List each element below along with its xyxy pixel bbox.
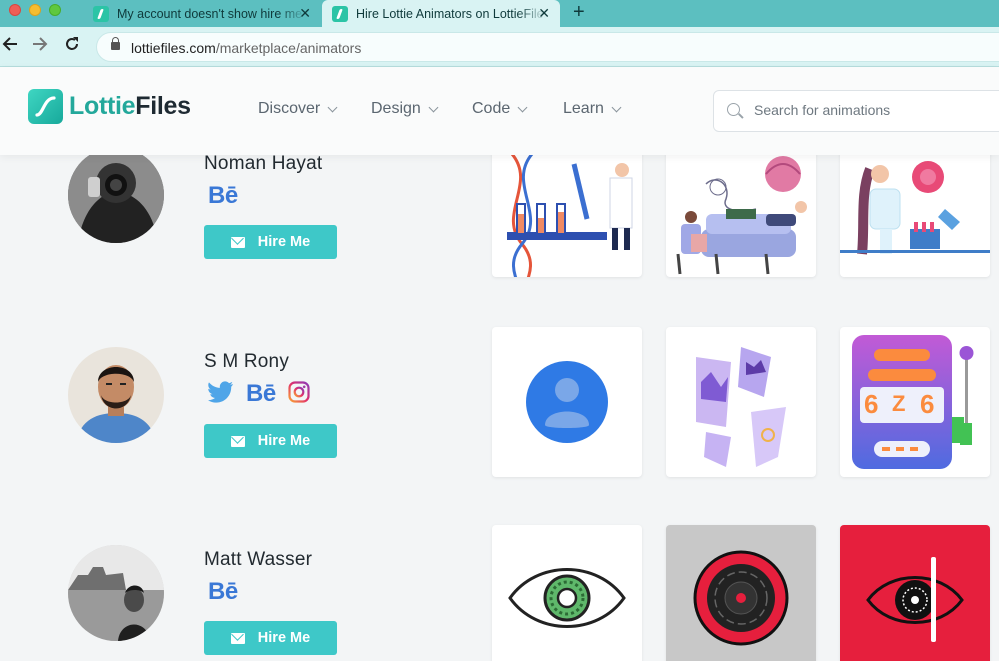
animation-thumbnail[interactable] [492,327,642,477]
animation-thumbnail[interactable] [666,525,816,661]
tab-title: Hire Lottie Animators on LottieFiles [356,6,546,21]
avatar[interactable] [68,347,164,443]
social-links: Bē [208,380,310,408]
hire-me-button[interactable]: Hire Me [204,424,337,458]
browser-tab-hire-animators[interactable]: Hire Lottie Animators on LottieFiles ✕ [322,0,560,27]
url-text: lottiefiles.com/marketplace/animators [131,40,362,56]
behance-icon[interactable]: Bē [246,380,276,408]
avatar[interactable] [68,155,164,243]
hire-me-button[interactable]: Hire Me [204,225,337,259]
site-header: LottieFiles Discover Design Code Learn [0,67,999,155]
animator-name[interactable]: Noman Hayat [204,155,322,175]
animation-thumbnail[interactable] [492,525,642,661]
instagram-icon[interactable] [288,380,310,408]
menu-design[interactable]: Design [371,100,439,118]
close-window-button[interactable] [9,4,21,16]
chevron-down-icon [517,102,528,112]
twitter-icon[interactable] [208,380,234,408]
back-arrow-icon[interactable] [2,36,18,56]
svg-text:Z: Z [892,391,905,416]
minimize-window-button[interactable] [29,4,41,16]
browser-tab-bar: My account doesn't show hire me button ✕… [0,0,999,27]
avatar[interactable] [68,545,164,641]
lottiefiles-logo[interactable]: LottieFiles [28,89,191,124]
logo-text: LottieFiles [69,92,191,120]
lock-icon [111,37,120,50]
chevron-down-icon [327,102,338,112]
hire-me-button[interactable]: Hire Me [204,621,337,655]
close-tab-icon[interactable]: ✕ [299,5,311,22]
search-icon [727,103,740,116]
animation-thumbnail[interactable] [492,155,642,277]
animation-thumbnail[interactable] [840,525,990,661]
animation-thumbnail[interactable] [840,155,990,277]
mail-icon [230,632,245,644]
search-box[interactable] [713,90,999,132]
browser-toolbar: lottiefiles.com/marketplace/animators [0,27,999,67]
search-input[interactable] [754,102,994,118]
animator-list: Noman Hayat Bē Hire Me S M Rony Bē Hire … [0,155,999,661]
reload-icon[interactable] [64,36,80,56]
animator-row: Noman Hayat Bē Hire Me [0,155,999,277]
chevron-down-icon [428,102,439,112]
mail-icon [230,236,245,248]
address-bar[interactable]: lottiefiles.com/marketplace/animators [96,32,999,62]
animator-row: Matt Wasser Bē Hire Me [0,525,999,661]
lottiefiles-favicon-icon [332,5,348,22]
menu-code[interactable]: Code [472,100,528,118]
lottiefiles-logo-icon [28,89,63,124]
chevron-down-icon [611,102,622,112]
behance-icon[interactable]: Bē [208,578,238,606]
menu-discover[interactable]: Discover [258,100,338,118]
animator-name[interactable]: Matt Wasser [204,549,312,571]
mail-icon [230,435,245,447]
menu-learn[interactable]: Learn [563,100,622,118]
new-tab-icon[interactable]: + [573,1,585,24]
animator-row: S M Rony Bē Hire Me 6 Z 6 [0,327,999,487]
animator-name[interactable]: S M Rony [204,351,289,373]
tab-title: My account doesn't show hire me button [117,6,307,21]
animation-thumbnail[interactable] [666,155,816,277]
browser-tab-account[interactable]: My account doesn't show hire me button ✕ [83,0,321,27]
behance-icon[interactable]: Bē [208,182,238,210]
close-tab-icon[interactable]: ✕ [538,5,550,22]
svg-text:6: 6 [864,389,878,419]
zoom-window-button[interactable] [49,4,61,16]
svg-text:6: 6 [920,389,934,419]
social-links: Bē [208,578,250,606]
social-links: Bē [208,182,250,210]
animation-thumbnail[interactable] [666,327,816,477]
animation-thumbnail[interactable]: 6 Z 6 [840,327,990,477]
forward-arrow-icon[interactable] [32,36,48,56]
lottiefiles-favicon-icon [93,5,109,22]
